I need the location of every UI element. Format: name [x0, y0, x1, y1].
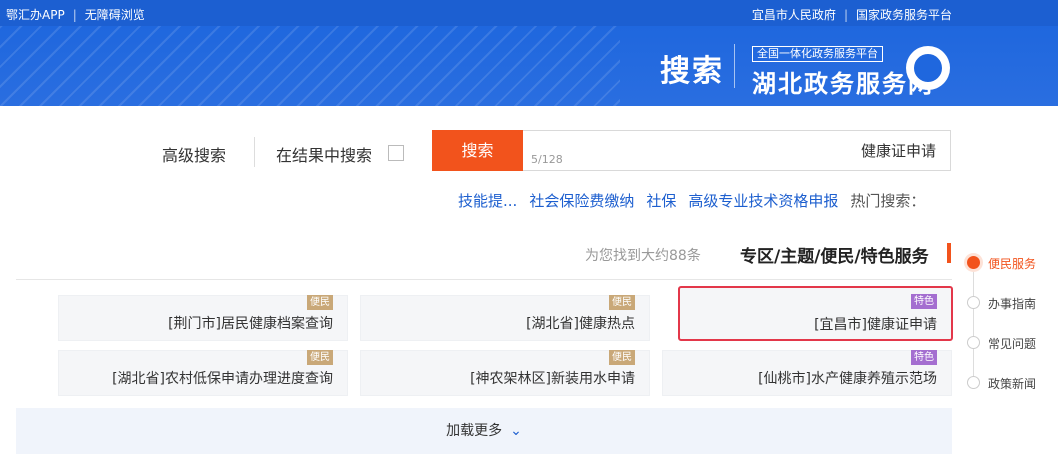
- hot-search-item[interactable]: 社会保险费缴纳: [529, 190, 634, 211]
- nav-dot-icon: [967, 376, 980, 389]
- site-emblem-icon[interactable]: [906, 46, 950, 90]
- search-box: 5/128: [523, 130, 951, 171]
- section-divider: [16, 279, 952, 280]
- tag-badge: 便民: [307, 350, 333, 365]
- nav-item-policy[interactable]: 政策新闻: [966, 372, 1058, 392]
- hot-search-item[interactable]: 技能提...: [458, 190, 517, 211]
- divider: [254, 137, 255, 167]
- national-platform-link[interactable]: 国家政务服务平台: [856, 6, 952, 23]
- tag-badge: 便民: [609, 350, 635, 365]
- site-subtitle: 全国一体化政务服务平台: [752, 46, 883, 62]
- nav-line: [973, 262, 974, 384]
- nav-item-convenience[interactable]: 便民服务: [966, 252, 1058, 272]
- separator: |: [843, 7, 848, 22]
- top-bar-left: 鄂汇办APP | 无障碍浏览: [6, 6, 145, 23]
- nav-item-label: 便民服务: [988, 257, 1037, 271]
- service-card-title: [荆门市]居民健康档案查询: [168, 316, 333, 332]
- service-card[interactable]: 便民 [湖北省]健康热点: [360, 295, 650, 341]
- service-card[interactable]: 便民 [神农架林区]新装用水申请: [360, 350, 650, 396]
- nav-item-label: 办事指南: [988, 297, 1037, 311]
- site-header: 搜索 全国一体化政务服务平台 湖北政务服务网: [0, 26, 1058, 106]
- section-title: 专区/主题/便民/特色服务: [740, 247, 929, 267]
- search-button[interactable]: 搜索: [432, 130, 523, 171]
- search-in-results-label: 在结果中搜索: [276, 146, 373, 165]
- chevron-down-icon: ⌄: [510, 423, 522, 439]
- nav-item-label: 政策新闻: [988, 377, 1037, 391]
- nav-dot-icon: [967, 296, 980, 309]
- service-card-title: [湖北省]健康热点: [526, 316, 635, 332]
- top-bar: 鄂汇办APP | 无障碍浏览 宜昌市人民政府 | 国家政务服务平台: [0, 0, 1058, 26]
- section-accent-bar: [947, 243, 951, 263]
- advanced-search-link[interactable]: 高级搜索: [162, 142, 226, 166]
- nav-dot-icon: [967, 256, 980, 269]
- service-card-title: [神农架林区]新装用水申请: [470, 371, 635, 387]
- service-card-title: [湖北省]农村低保申请办理进度查询: [112, 371, 333, 387]
- city-gov-link[interactable]: 宜昌市人民政府: [752, 6, 836, 23]
- service-card-title: [仙桃市]水产健康养殖示范场: [758, 371, 937, 387]
- header-pattern: [0, 26, 620, 106]
- separator: |: [72, 7, 77, 22]
- service-card[interactable]: 便民 [湖北省]农村低保申请办理进度查询: [58, 350, 348, 396]
- tag-badge: 特色: [911, 294, 937, 309]
- load-more-button[interactable]: 加载更多 ⌄: [16, 408, 952, 454]
- app-link[interactable]: 鄂汇办APP: [6, 6, 65, 23]
- service-card-title: [宜昌市]健康证申请: [814, 317, 937, 333]
- hot-search-label: 热门搜索：: [850, 192, 926, 210]
- header-divider: [734, 44, 735, 88]
- accessibility-link[interactable]: 无障碍浏览: [85, 6, 145, 23]
- hot-search-item[interactable]: 社保: [646, 190, 676, 211]
- result-count: 为您找到大约88条: [585, 248, 701, 264]
- tag-badge: 便民: [609, 295, 635, 310]
- search-input[interactable]: [523, 131, 950, 170]
- service-card[interactable]: 特色 [仙桃市]水产健康养殖示范场: [662, 350, 952, 396]
- nav-dot-icon: [967, 336, 980, 349]
- search-in-results-checkbox[interactable]: [388, 145, 404, 161]
- hot-search-item[interactable]: 高级专业技术资格申报: [688, 190, 838, 211]
- nav-item-guide[interactable]: 办事指南: [966, 292, 1058, 312]
- page-title: 搜索: [660, 54, 724, 89]
- char-counter: 5/128: [531, 153, 563, 166]
- tag-badge: 便民: [307, 295, 333, 310]
- load-more-label: 加载更多: [446, 423, 503, 439]
- nav-item-label: 常见问题: [988, 337, 1037, 351]
- tag-badge: 特色: [911, 350, 937, 365]
- service-card[interactable]: 便民 [荆门市]居民健康档案查询: [58, 295, 348, 341]
- service-card[interactable]: 特色 [宜昌市]健康证申请: [678, 286, 953, 341]
- nav-item-faq[interactable]: 常见问题: [966, 332, 1058, 352]
- hot-search: 技能提... 社会保险费缴纳 社保 高级专业技术资格申报 热门搜索：: [458, 190, 925, 211]
- top-bar-right: 宜昌市人民政府 | 国家政务服务平台: [752, 6, 952, 23]
